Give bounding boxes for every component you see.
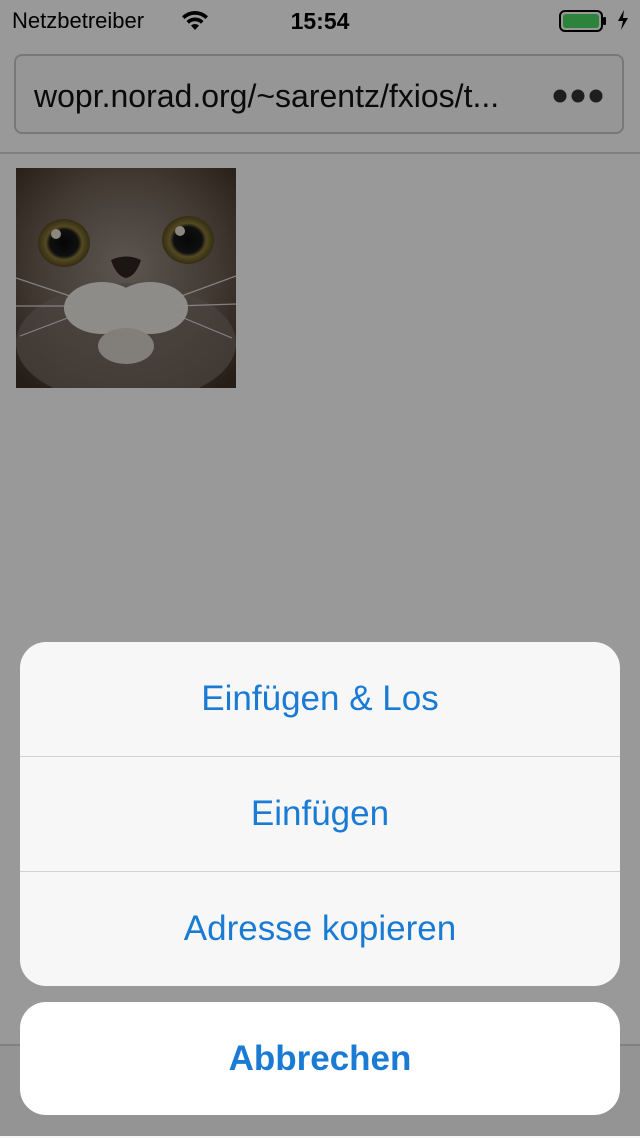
paste-button[interactable]: Einfügen — [20, 756, 620, 871]
copy-address-button[interactable]: Adresse kopieren — [20, 871, 620, 986]
action-sheet: Einfügen & Los Einfügen Adresse kopieren — [20, 642, 620, 986]
cancel-button[interactable]: Abbrechen — [20, 1002, 620, 1115]
paste-and-go-button[interactable]: Einfügen & Los — [20, 642, 620, 756]
